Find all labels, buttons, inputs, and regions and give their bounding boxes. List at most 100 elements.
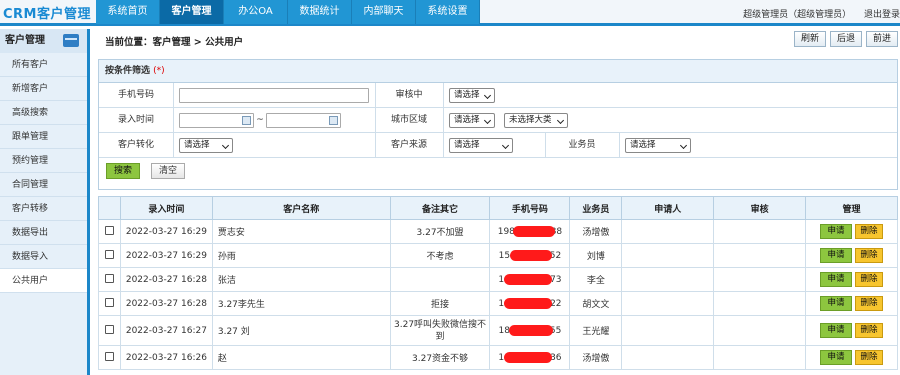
date-end-input[interactable] (266, 113, 341, 128)
delete-button[interactable]: 删除 (855, 272, 884, 287)
row-audit (713, 243, 807, 268)
row-applicant (621, 243, 715, 268)
audit-select[interactable]: 请选择 (449, 88, 495, 103)
phone-prefix: 15 (498, 250, 511, 261)
row-name: 3.27 刘 (211, 315, 391, 346)
sidebar-item-public-users[interactable]: 公共用户 (0, 269, 87, 293)
nav-item-customers[interactable]: 客户管理 (160, 0, 224, 24)
filter-row-2: 录入时间 ~ 城市区域 请选择 未选择大类 (99, 108, 897, 133)
delete-button[interactable]: 删除 (855, 296, 884, 311)
delete-button[interactable]: 删除 (855, 350, 884, 365)
calendar-icon[interactable] (242, 116, 251, 125)
audit-select-value: 请选择 (454, 90, 480, 100)
redaction-mark (512, 225, 555, 237)
row-name: 3.27李先生 (211, 291, 391, 316)
row-checkbox[interactable] (104, 273, 114, 283)
chevron-down-icon (221, 141, 230, 150)
phone-prefix: 18 (498, 325, 510, 336)
source-select-value: 请选择 (454, 140, 480, 150)
required-mark: (*) (153, 66, 165, 76)
apply-button[interactable]: 申请 (820, 248, 853, 263)
delete-button[interactable]: 删除 (855, 224, 884, 239)
nav-item-office[interactable]: 办公OA (224, 0, 288, 24)
delete-button[interactable]: 删除 (855, 323, 884, 338)
row-checkbox[interactable] (104, 324, 114, 334)
row-phone: 15 252 (489, 243, 571, 268)
clear-button[interactable]: 清空 (151, 163, 185, 179)
filter-title: 按条件筛选 (*) (99, 60, 897, 83)
logout-link[interactable]: 退出登录 (864, 10, 900, 20)
calendar-icon[interactable] (329, 116, 338, 125)
phone-prefix: 1 (498, 274, 505, 285)
row-staff: 王光耀 (569, 315, 623, 346)
app-logo: CRM客户管理 (3, 7, 91, 22)
main-nav: 系统首页 客户管理 办公OA 数据统计 内部聊天 系统设置 (96, 0, 480, 24)
search-button[interactable]: 搜索 (106, 163, 140, 179)
main-content: 当前位置：客户管理 > 公共用户 刷新 后退 前进 按条件筛选 (*) 手机号码… (95, 29, 900, 375)
nav-item-home[interactable]: 系统首页 (96, 0, 160, 24)
row-actions: 申请 删除 (805, 219, 898, 244)
refresh-button[interactable]: 刷新 (793, 31, 826, 47)
phone-prefix: 1 (498, 352, 505, 363)
table-header-row: 录入时间 客户名称 备注其它 手机号码 业务员 申请人 审核 管理 (98, 196, 898, 220)
table-row: 2022-03-27 16:28 张洁 1 73 李全 申请 删除 (98, 267, 898, 292)
filter-panel: 按条件筛选 (*) 手机号码 审核中 请选择 录入时间 ~ 城市区域 请选择 未… (98, 59, 898, 190)
phone-input[interactable] (179, 88, 369, 103)
sidebar-item-all-customers[interactable]: 所有客户 (0, 53, 87, 77)
row-actions: 申请 删除 (805, 267, 898, 292)
redaction-mark (509, 249, 552, 261)
nav-item-chat[interactable]: 内部聊天 (352, 0, 416, 24)
audit-label: 审核中 (395, 90, 423, 100)
back-button[interactable]: 后退 (829, 31, 862, 47)
staff-select-value: 请选择 (630, 140, 656, 150)
sidebar-item-add-customer[interactable]: 新增客户 (0, 77, 87, 101)
col-header-staff: 业务员 (569, 196, 623, 220)
filter-row-1: 手机号码 审核中 请选择 (99, 83, 897, 108)
nav-item-settings[interactable]: 系统设置 (416, 0, 480, 24)
row-audit (713, 315, 807, 346)
apply-button[interactable]: 申请 (820, 350, 853, 365)
apply-button[interactable]: 申请 (820, 224, 853, 239)
row-checkbox[interactable] (104, 249, 114, 259)
current-user[interactable]: 超级管理员（超级管理员） (743, 10, 851, 20)
row-checkbox[interactable] (104, 297, 114, 307)
row-checkbox[interactable] (104, 225, 114, 235)
row-staff: 汤增傲 (569, 219, 623, 244)
delete-button[interactable]: 删除 (855, 248, 884, 263)
customer-table: 录入时间 客户名称 备注其它 手机号码 业务员 申请人 审核 管理 2022-0… (98, 196, 898, 370)
col-header-manage: 管理 (805, 196, 898, 220)
sidebar-item-import[interactable]: 数据导入 (0, 245, 87, 269)
source-select[interactable]: 请选择 (449, 138, 513, 153)
sidebar-item-contracts[interactable]: 合同管理 (0, 173, 87, 197)
row-note: 3.27不加盟 (389, 219, 491, 244)
phone-label: 手机号码 (117, 90, 154, 100)
row-checkbox[interactable] (104, 351, 114, 361)
col-header-applicant: 申请人 (621, 196, 715, 220)
date-label: 录入时间 (117, 115, 154, 125)
staff-select[interactable]: 请选择 (625, 138, 691, 153)
chevron-down-icon (483, 91, 492, 100)
sidebar-item-export[interactable]: 数据导出 (0, 221, 87, 245)
apply-button[interactable]: 申请 (820, 272, 853, 287)
region-select[interactable]: 请选择 (449, 113, 495, 128)
sidebar-item-advanced-search[interactable]: 高级搜索 (0, 101, 87, 125)
nav-item-statistics[interactable]: 数据统计 (288, 0, 352, 24)
row-name: 赵 (211, 345, 391, 370)
row-phone: 1 73 (489, 267, 571, 292)
sidebar-item-transfer[interactable]: 客户转移 (0, 197, 87, 221)
sidebar-item-appointments[interactable]: 预约管理 (0, 149, 87, 173)
category-select[interactable]: 未选择大类 (504, 113, 568, 128)
redaction-mark (509, 324, 554, 336)
row-staff: 刘博 (569, 243, 623, 268)
chevron-down-icon (501, 141, 510, 150)
convert-select[interactable]: 请选择 (179, 138, 233, 153)
forward-button[interactable]: 前进 (865, 31, 898, 47)
date-start-input[interactable] (179, 113, 254, 128)
apply-button[interactable]: 申请 (820, 323, 853, 338)
card-icon (63, 34, 79, 47)
sidebar-item-follow-up[interactable]: 跟单管理 (0, 125, 87, 149)
col-header-time: 录入时间 (119, 196, 213, 220)
col-header-name: 客户名称 (211, 196, 391, 220)
row-applicant (621, 345, 715, 370)
apply-button[interactable]: 申请 (820, 296, 853, 311)
